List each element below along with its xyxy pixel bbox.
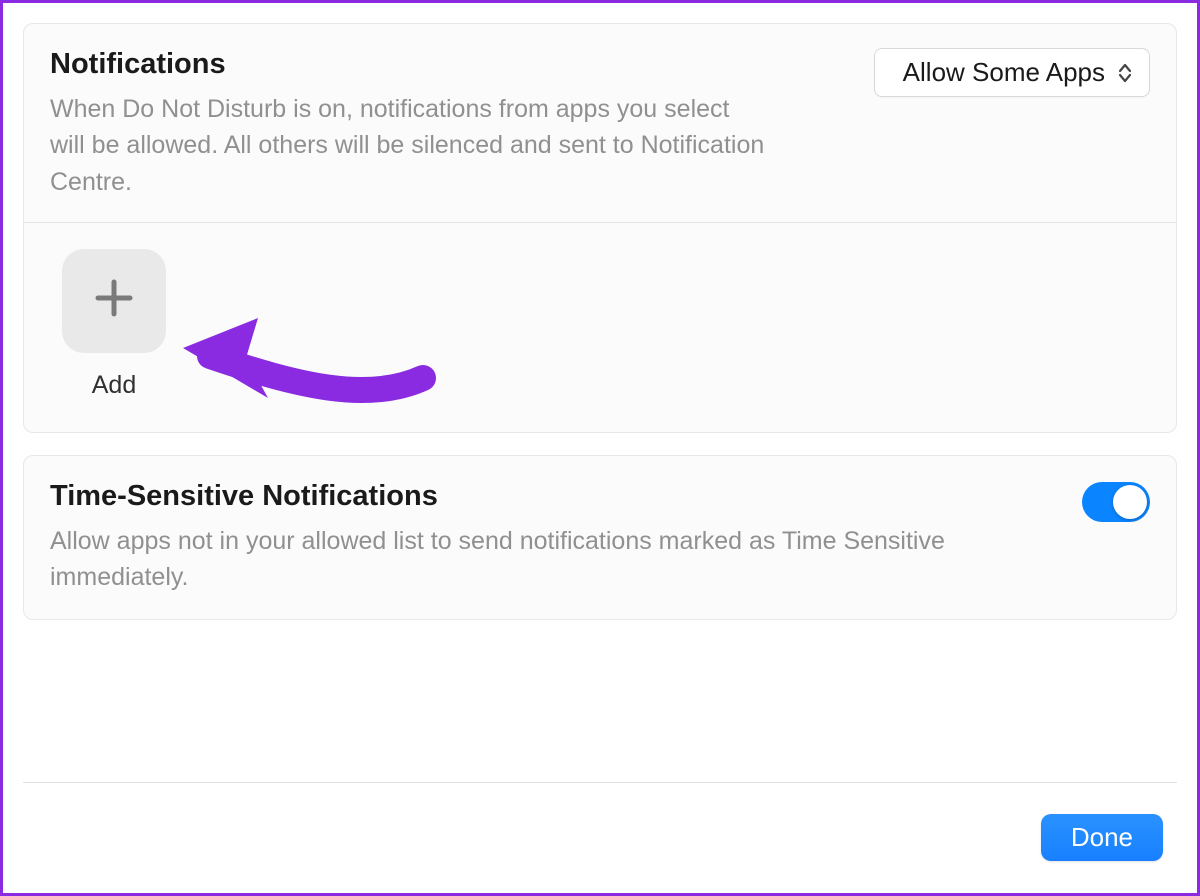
notifications-title: Notifications xyxy=(50,48,770,81)
time-sensitive-title: Time-Sensitive Notifications xyxy=(50,480,1052,513)
toggle-knob xyxy=(1113,485,1147,519)
add-app-button[interactable] xyxy=(62,249,166,353)
notifications-panel: Notifications When Do Not Disturb is on,… xyxy=(23,23,1177,433)
add-app-section: Add xyxy=(50,249,170,408)
chevron-updown-icon xyxy=(1117,63,1133,83)
notifications-description: When Do Not Disturb is on, notifications… xyxy=(50,91,770,200)
time-sensitive-text-block: Time-Sensitive Notifications Allow apps … xyxy=(50,480,1052,596)
plus-icon xyxy=(91,275,137,326)
time-sensitive-panel: Time-Sensitive Notifications Allow apps … xyxy=(23,455,1177,621)
allow-apps-dropdown[interactable]: Allow Some Apps xyxy=(874,48,1150,97)
notifications-header: Notifications When Do Not Disturb is on,… xyxy=(50,48,1150,200)
time-sensitive-toggle[interactable] xyxy=(1082,482,1150,522)
add-app-label: Add xyxy=(92,371,136,400)
done-button[interactable]: Done xyxy=(1041,814,1163,861)
footer-divider xyxy=(23,782,1177,783)
time-sensitive-row: Time-Sensitive Notifications Allow apps … xyxy=(50,480,1150,596)
time-sensitive-description: Allow apps not in your allowed list to s… xyxy=(50,523,1052,596)
panel-divider xyxy=(24,222,1176,223)
allow-apps-dropdown-label: Allow Some Apps xyxy=(903,57,1105,88)
notifications-text-block: Notifications When Do Not Disturb is on,… xyxy=(50,48,770,200)
